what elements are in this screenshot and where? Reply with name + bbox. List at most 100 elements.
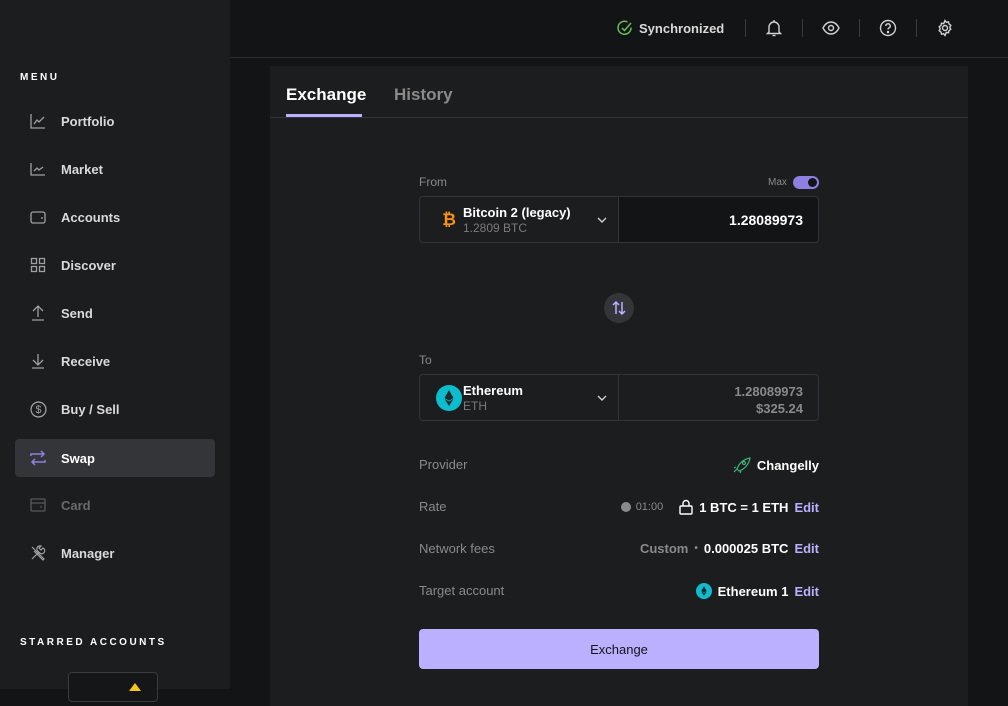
target-account-value: Ethereum 1 (717, 583, 789, 599)
fees-edit-button[interactable]: Edit (794, 541, 819, 556)
provider-value: Changelly (756, 457, 819, 473)
rate-timer: 01:00 (620, 501, 664, 513)
from-account-select[interactable]: ₿ Bitcoin 2 (legacy) 1.2809 BTC (419, 196, 619, 243)
divider (745, 19, 746, 37)
network-fees-row: Custom • 0.000025 BTC Edit (640, 541, 819, 556)
sidebar-item-label: Send (61, 305, 93, 321)
to-account-select[interactable]: Ethereum ETH (419, 374, 619, 421)
from-coin-balance: 1.2809 BTC (463, 221, 528, 235)
tab-history[interactable]: History (394, 85, 453, 105)
sync-status: Synchronized (617, 20, 724, 36)
to-amount-display: 1.28089973 $325.24 (619, 374, 819, 421)
max-label: Max (768, 177, 787, 188)
sidebar-item-label: Card (61, 497, 91, 513)
swap-panel: Exchange History From Max ₿ Bitcoin 2 (l… (270, 66, 968, 706)
tab-exchange[interactable]: Exchange (286, 85, 366, 105)
exchange-button[interactable]: Exchange (419, 629, 819, 669)
chart-line-icon (29, 112, 47, 130)
ethereum-icon (436, 385, 462, 411)
sidebar-item-label: Manager (61, 545, 115, 561)
gear-icon[interactable] (935, 18, 955, 38)
sidebar-item-send[interactable]: Send (15, 294, 215, 332)
to-label: To (419, 353, 432, 367)
swap-arrows-icon (29, 449, 47, 467)
rate-value: 1 BTC = 1 ETH (699, 499, 789, 515)
svg-text:$: $ (35, 404, 41, 416)
provider-row: Changelly (733, 457, 819, 473)
check-circle-icon (617, 20, 632, 35)
from-amount-value: 1.28089973 (729, 212, 803, 228)
rate-timer-value: 01:00 (635, 501, 664, 513)
fees-mode: Custom (639, 541, 689, 556)
active-tab-indicator (286, 114, 362, 117)
sidebar-item-label: Accounts (61, 209, 121, 225)
to-coin-name: Ethereum (463, 383, 523, 398)
bullet-separator: • (694, 543, 698, 554)
market-chart-icon (29, 160, 47, 178)
to-amount-values: 1.28089973 $325.24 (734, 383, 803, 417)
fees-value: 0.000025 BTC (703, 541, 789, 556)
starred-account-card[interactable] (68, 672, 158, 702)
provider-label: Provider (419, 457, 468, 472)
sidebar-item-swap[interactable]: Swap (15, 439, 215, 477)
rate-label: Rate (419, 499, 447, 514)
chevron-down-icon (596, 213, 608, 231)
chevron-down-icon (596, 391, 608, 409)
target-edit-button[interactable]: Edit (794, 584, 819, 599)
star-icon (129, 683, 141, 691)
target-account-row: Ethereum 1 Edit (695, 583, 819, 599)
eye-icon[interactable] (821, 18, 841, 38)
sidebar-item-manager[interactable]: Manager (15, 534, 215, 572)
sidebar-item-label: Swap (61, 450, 95, 466)
tools-icon (29, 544, 47, 562)
rate-edit-button[interactable]: Edit (794, 500, 819, 515)
sidebar-item-buy-sell[interactable]: $ Buy / Sell (15, 390, 215, 428)
sidebar-item-label: Receive (61, 353, 111, 369)
max-toggle[interactable] (792, 176, 819, 189)
from-coin-name: Bitcoin 2 (legacy) (463, 205, 571, 220)
rocket-icon (733, 457, 751, 473)
divider (859, 19, 860, 37)
ethereum-icon (695, 583, 712, 599)
sidebar-item-portfolio[interactable]: Portfolio (15, 102, 215, 140)
max-toggle-group: Max (768, 176, 819, 189)
top-bar: Synchronized (230, 0, 1008, 58)
rate-row: 01:00 1 BTC = 1 ETH Edit (620, 499, 819, 515)
bell-icon[interactable] (764, 18, 784, 38)
upload-arrow-icon (29, 304, 47, 322)
starred-accounts-title: STARRED ACCOUNTS (20, 637, 167, 648)
divider (916, 19, 917, 37)
to-fiat-value: $325.24 (756, 401, 803, 416)
divider (802, 19, 803, 37)
grid-icon (29, 256, 47, 274)
sidebar-item-card[interactable]: Card (15, 486, 215, 524)
reverse-swap-button[interactable] (604, 293, 634, 323)
toggle-knob (807, 178, 817, 187)
to-coin-ticker: ETH (463, 399, 487, 413)
network-fees-label: Network fees (419, 541, 495, 556)
sync-status-label: Synchronized (639, 20, 725, 36)
tab-bar: Exchange History (270, 66, 968, 118)
dollar-circle-icon: $ (29, 400, 47, 418)
help-icon[interactable] (878, 18, 898, 38)
timer-dot-icon (620, 502, 631, 512)
sidebar-item-market[interactable]: Market (15, 150, 215, 188)
menu-title: MENU (20, 72, 60, 83)
sidebar-item-accounts[interactable]: Accounts (15, 198, 215, 236)
sidebar-item-label: Market (61, 161, 103, 177)
to-amount-value: 1.28089973 (734, 384, 803, 399)
target-account-label: Target account (419, 583, 505, 598)
wallet-icon (29, 208, 47, 226)
swap-vertical-icon (612, 301, 626, 315)
sidebar-item-receive[interactable]: Receive (15, 342, 215, 380)
sidebar-item-discover[interactable]: Discover (15, 246, 215, 284)
sidebar-item-label: Discover (61, 257, 116, 273)
sidebar-item-label: Buy / Sell (61, 401, 120, 417)
from-label: From (419, 175, 447, 189)
download-arrow-icon (29, 352, 47, 370)
lock-icon (679, 499, 693, 515)
from-amount-input[interactable]: 1.28089973 (619, 196, 819, 243)
bitcoin-icon: ₿ (442, 210, 456, 229)
sidebar-item-label: Portfolio (61, 113, 115, 129)
card-icon (29, 496, 47, 514)
